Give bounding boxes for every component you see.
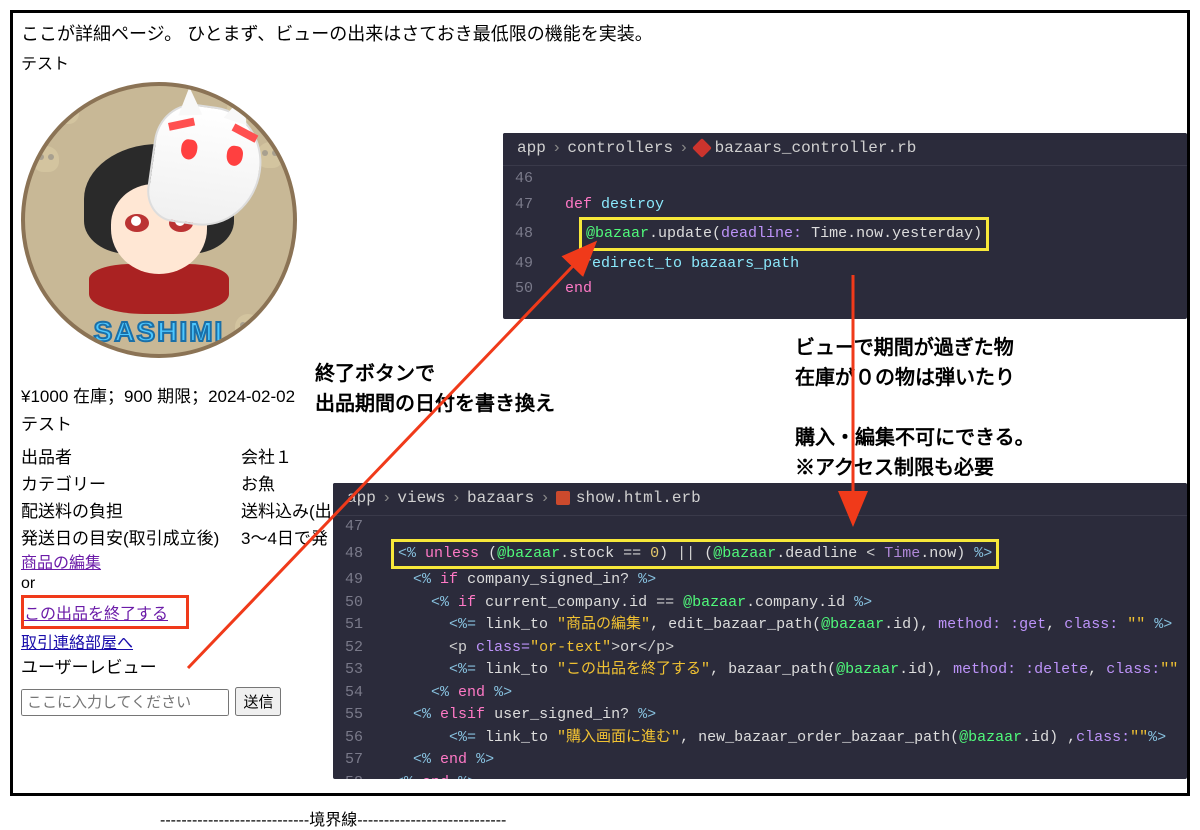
code-line: 48 @bazaar.update(deadline: Time.now.yes… bbox=[503, 217, 1187, 251]
avatar: SASHIMI bbox=[21, 82, 301, 382]
tbl-k: カテゴリー bbox=[21, 470, 241, 495]
annotation-end-button: 終了ボタンで 出品期間の日付を書き換え bbox=[315, 359, 555, 419]
ruby-icon bbox=[692, 138, 712, 158]
intro-line: ここが詳細ページ。 ひとまず、ビューの出来はさておき最低限の機能を実装。 bbox=[21, 21, 1179, 48]
transaction-room-link[interactable]: 取引連絡部屋へ bbox=[21, 635, 133, 652]
code-line: 47 bbox=[333, 516, 1187, 539]
tbl-v: 会社１ bbox=[241, 443, 1179, 468]
code-line: 49 <% if company_signed_in? %> bbox=[333, 569, 1187, 592]
code-line: 58 <% end %> bbox=[333, 772, 1187, 780]
fox-mask-icon bbox=[143, 99, 269, 233]
page-frame: ここが詳細ページ。 ひとまず、ビューの出来はさておき最低限の機能を実装。 テスト… bbox=[10, 10, 1190, 796]
code-line: 56 <%= link_to "購入画面に進む", new_bazaar_ord… bbox=[333, 727, 1187, 750]
avatar-label: SASHIMI bbox=[94, 316, 225, 348]
code-editor-view: app› views› bazaars› show.html.erb 4748 … bbox=[333, 483, 1187, 779]
breadcrumb: app› views› bazaars› show.html.erb bbox=[333, 483, 1187, 516]
boundary-line: ----------------------------境界線---------… bbox=[160, 806, 1200, 830]
code-line: 51 <%= link_to "商品の編集", edit_bazaar_path… bbox=[333, 614, 1187, 637]
review-input[interactable] bbox=[21, 689, 229, 716]
tbl-k: 配送料の負担 bbox=[21, 497, 241, 522]
annotation-view-filter: ビューで期間が過ぎた物 在庫が０の物は弾いたり 購入・編集不可にできる。 ※アク… bbox=[795, 333, 1035, 483]
avatar-circle: SASHIMI bbox=[21, 82, 297, 358]
code-line: 46 bbox=[503, 166, 1187, 192]
submit-button[interactable]: 送信 bbox=[235, 687, 281, 716]
erb-icon bbox=[556, 491, 570, 505]
code-line: 50 end bbox=[503, 276, 1187, 302]
end-listing-link[interactable]: この出品を終了する bbox=[24, 606, 168, 623]
intro-test: テスト bbox=[21, 50, 1179, 74]
code-line: 48 <% unless (@bazaar.stock == 0) || (@b… bbox=[333, 539, 1187, 570]
code-line: 49 redirect_to bazaars_path bbox=[503, 251, 1187, 277]
code-line: 52 <p class="or-text">or</p> bbox=[333, 637, 1187, 660]
edit-link[interactable]: 商品の編集 bbox=[21, 555, 101, 572]
end-listing-highlight: この出品を終了する bbox=[21, 595, 189, 629]
breadcrumb: app› controllers› bazaars_controller.rb bbox=[503, 133, 1187, 166]
tbl-k: 出品者 bbox=[21, 443, 241, 468]
tbl-k: 発送日の目安(取引成立後) bbox=[21, 524, 241, 549]
code-line: 57 <% end %> bbox=[333, 749, 1187, 772]
code-line: 54 <% end %> bbox=[333, 682, 1187, 705]
code-editor-controller: app› controllers› bazaars_controller.rb … bbox=[503, 133, 1187, 319]
code-line: 55 <% elsif user_signed_in? %> bbox=[333, 704, 1187, 727]
code-line: 47 def destroy bbox=[503, 192, 1187, 218]
code-line: 50 <% if current_company.id == @bazaar.c… bbox=[333, 592, 1187, 615]
code-line: 53 <%= link_to "この出品を終了する", bazaar_path(… bbox=[333, 659, 1187, 682]
